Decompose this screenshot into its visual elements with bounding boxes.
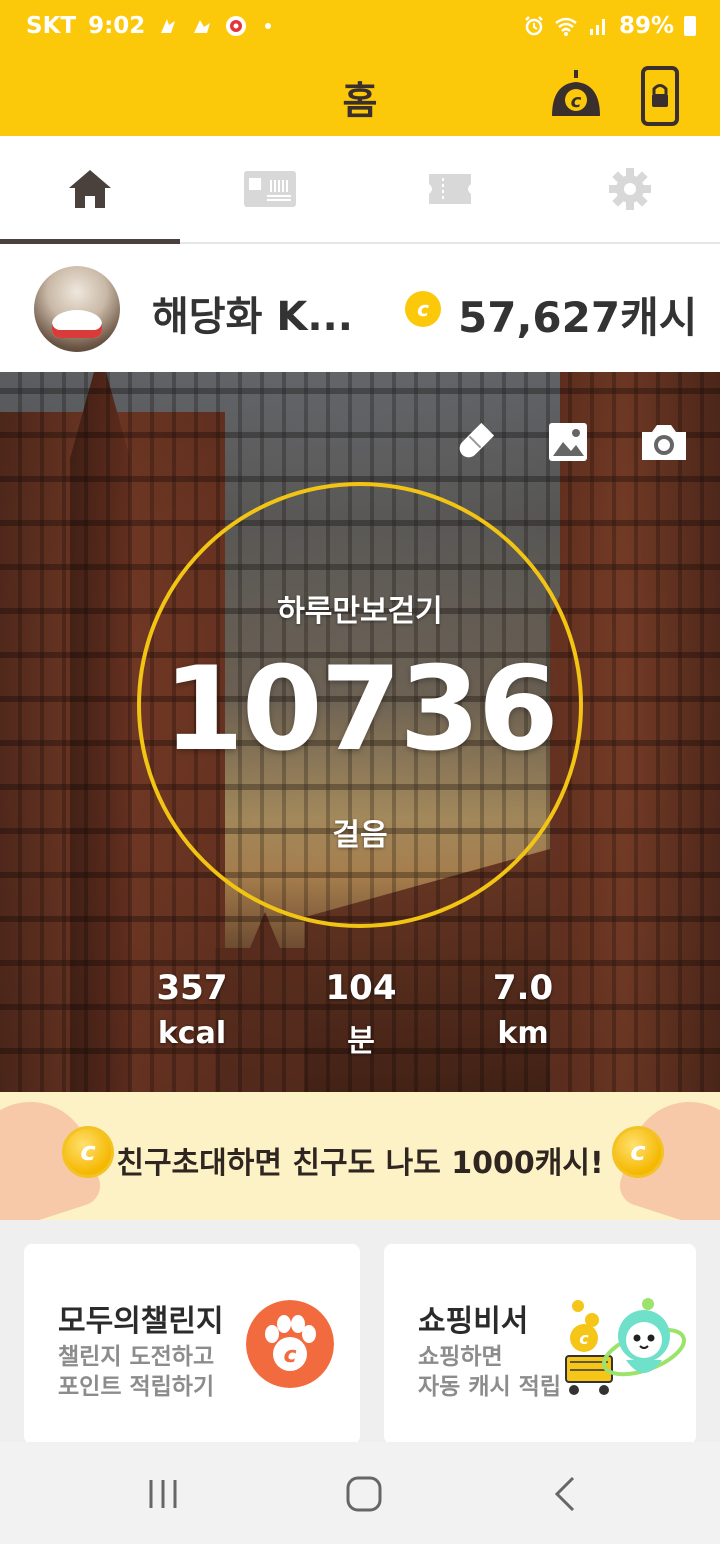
tab-settings[interactable] <box>540 136 720 242</box>
distance-unit: km <box>497 1016 549 1051</box>
battery-percent: 89% <box>618 13 674 39</box>
tab-home[interactable] <box>0 136 180 244</box>
username[interactable]: 해당화 K... <box>152 284 353 342</box>
wifi-icon <box>555 17 577 36</box>
clock: 9:02 <box>88 13 146 39</box>
notification-icon <box>161 19 176 33</box>
step-goal-label: 하루만보걷기 <box>277 594 443 629</box>
svg-text:c: c <box>571 91 582 112</box>
calories-value: 357 <box>156 968 228 1008</box>
carrier-label: SKT <box>26 13 77 39</box>
challenge-card-description: 챌린지 도전하고 포인트 적립하기 <box>58 1344 215 1400</box>
shopping-card[interactable]: 쇼핑비서 쇼핑하면 자동 캐시 적립 c <box>384 1244 696 1444</box>
calories-stat: 357 kcal <box>122 968 262 1051</box>
shopping-card-description: 쇼핑하면 자동 캐시 적립 <box>418 1344 561 1400</box>
signal-icon <box>589 19 605 35</box>
home-button-icon[interactable] <box>342 1472 386 1516</box>
minutes-value: 104 <box>325 968 397 1008</box>
notification-icon <box>194 20 211 33</box>
recent-apps-icon[interactable] <box>141 1472 185 1516</box>
tab-ticket[interactable] <box>360 136 540 242</box>
home-icon <box>69 170 111 208</box>
gear-icon <box>609 168 651 210</box>
distance-value: 7.0 <box>492 968 554 1008</box>
battery-icon <box>684 16 696 36</box>
svg-text:c: c <box>283 1343 296 1368</box>
invite-banner-text: 친구초대하면 친구도 나도 1000캐시! <box>116 1146 604 1181</box>
minutes-stat: 104 분 <box>291 968 431 1060</box>
profile-row: 해당화 K... c 57,627캐시 <box>0 244 720 372</box>
shopping-card-title: 쇼핑비서 <box>418 1304 529 1339</box>
page-title: 홈 <box>342 79 378 123</box>
challenge-card[interactable]: 모두의챌린지 챌린지 도전하고 포인트 적립하기 c <box>24 1244 360 1444</box>
gallery-icon[interactable] <box>546 420 590 464</box>
minutes-unit: 분 <box>347 1024 375 1059</box>
distance-stat: 7.0 km <box>453 968 593 1051</box>
pill-icon[interactable] <box>453 420 497 464</box>
cash-coin-icon: c <box>405 291 441 327</box>
cash-balance[interactable]: 57,627캐시 <box>458 284 697 345</box>
tab-coupon[interactable] <box>180 136 360 242</box>
alarm-icon <box>525 16 543 36</box>
step-count: 10736 <box>163 642 559 777</box>
invite-banner[interactable]: c c 친구초대하면 친구도 나도 1000캐시! <box>0 1092 720 1220</box>
calories-unit: kcal <box>157 1016 227 1051</box>
lock-screen-icon[interactable] <box>640 66 680 126</box>
coupon-icon <box>244 171 296 207</box>
step-unit: 걸음 <box>332 818 388 853</box>
app-bar: 홈 c <box>0 52 720 136</box>
tab-bar <box>0 136 720 244</box>
svg-text:c: c <box>579 1329 589 1348</box>
shopping-cart-mascot-icon: c <box>565 1298 686 1395</box>
status-bar: SKT 9:02 89% <box>0 0 720 52</box>
paw-coin-icon: c <box>246 1300 334 1388</box>
step-counter-hero: 하루만보걷기 10736 걸음 357 kcal 104 분 7.0 km <box>0 372 720 1092</box>
back-icon[interactable] <box>545 1472 589 1516</box>
avatar[interactable] <box>34 266 120 352</box>
more-notifications-dot <box>265 23 272 29</box>
ticket-icon <box>429 174 471 204</box>
app-notification-icon <box>226 16 247 36</box>
system-nav-bar <box>0 1442 720 1544</box>
challenge-card-title: 모두의챌린지 <box>58 1304 224 1339</box>
cash-box-icon[interactable]: c <box>548 66 604 122</box>
camera-icon[interactable] <box>638 420 690 464</box>
